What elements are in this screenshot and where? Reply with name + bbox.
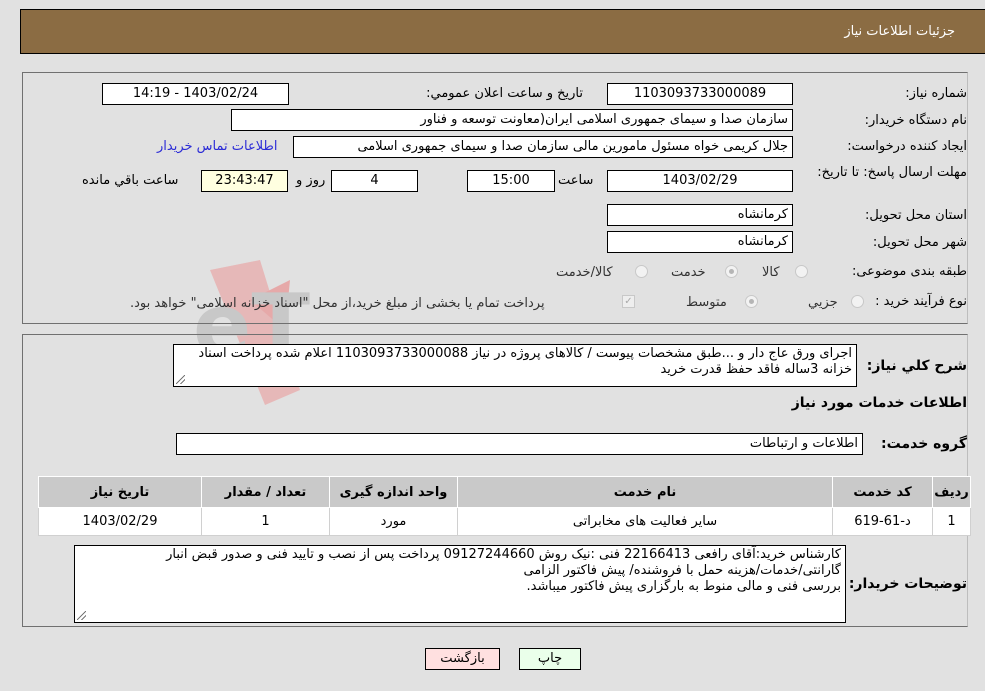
- deadline-label: مهلت ارسال پاسخ: تا تاریخ:: [817, 165, 967, 180]
- delivery-province-label: استان محل تحویل:: [865, 208, 967, 223]
- treasury-checkbox-label: پرداخت تمام یا بخشی از مبلغ خرید،از محل …: [130, 296, 545, 311]
- cell-service-name: سایر فعالیت های مخابراتی: [457, 507, 833, 536]
- print-button[interactable]: چاپ: [519, 648, 581, 670]
- summary-label: شرح کلي نیاز:: [866, 358, 967, 374]
- summary-textarea[interactable]: اجرای ورق عاج دار و ...طبق مشخصات پیوست …: [173, 344, 857, 387]
- deadline-date-field: 1403/02/29: [607, 170, 793, 192]
- resize-handle-icon[interactable]: [176, 375, 185, 384]
- category-goods-label: کالا: [762, 265, 780, 280]
- buyer-notes-label: توضیحات خریدار:: [848, 576, 967, 592]
- buyer-notes-line: کارشناس خرید:آقای رافعی 22166413 فنی :نی…: [166, 547, 841, 562]
- services-heading: اطلاعات خدمات مورد نیاز: [791, 395, 967, 411]
- services-table: ردیف کد خدمت نام خدمت واحد اندازه گیری ت…: [38, 476, 971, 536]
- category-service-label: خدمت: [671, 265, 706, 280]
- deadline-time-label: ساعت: [558, 173, 594, 188]
- delivery-city-field: کرمانشاه: [607, 231, 793, 253]
- buyer-org-field: سازمان صدا و سیمای جمهوری اسلامی ایران(م…: [231, 109, 793, 131]
- buyer-contact-link[interactable]: اطلاعات تماس خریدار: [157, 139, 277, 154]
- page-title: جزئیات اطلاعات نیاز: [844, 24, 955, 39]
- buyer-notes-textarea[interactable]: کارشناس خرید:آقای رافعی 22166413 فنی :نی…: [74, 545, 846, 623]
- purchase-type-radio-medium[interactable]: [745, 295, 758, 308]
- purchase-type-radio-minor[interactable]: [851, 295, 864, 308]
- deadline-time-field: 15:00: [467, 170, 555, 192]
- col-header-row-number: ردیف: [932, 476, 971, 508]
- purchase-type-minor-label: جزیي: [808, 295, 838, 310]
- col-header-service-name: نام خدمت: [457, 476, 833, 508]
- col-header-unit: واحد اندازه گیری: [329, 476, 458, 508]
- buyer-notes-line: گارانتی/خدمات/هزینه حمل با فروشنده/ پیش …: [523, 563, 841, 578]
- cell-service-code: د-61-619: [832, 507, 933, 536]
- category-radio-goods-service[interactable]: [635, 265, 648, 278]
- need-number-label: شماره نیاز:: [905, 86, 967, 101]
- cell-quantity: 1: [201, 507, 330, 536]
- category-label: طبقه بندی موضوعی:: [851, 264, 967, 279]
- category-goods-service-label: کالا/خدمت: [556, 265, 613, 280]
- category-radio-goods[interactable]: [795, 265, 808, 278]
- col-header-quantity: تعداد / مقدار: [201, 476, 330, 508]
- announce-datetime-field: 1403/02/24 - 14:19: [102, 83, 289, 105]
- buyer-notes-line: بررسی فنی و مالی منوط به بارگزاری پیش فا…: [526, 579, 841, 594]
- purchase-type-medium-label: متوسط: [686, 295, 727, 310]
- cell-need-date: 1403/02/29: [38, 507, 202, 536]
- col-header-service-code: کد خدمت: [832, 476, 933, 508]
- delivery-province-field: کرمانشاه: [607, 204, 793, 226]
- col-header-need-date: تاریخ نیاز: [38, 476, 202, 508]
- table-header-row: ردیف کد خدمت نام خدمت واحد اندازه گیری ت…: [38, 476, 971, 508]
- need-number-field: 1103093733000089: [607, 83, 793, 105]
- request-creator-label: ایجاد کننده درخواست:: [847, 139, 967, 154]
- table-row: 1 د-61-619 سایر فعالیت های مخابراتی مورد…: [38, 507, 971, 536]
- request-creator-field: جلال کریمی خواه مسئول مامورین مالی سازما…: [293, 136, 793, 158]
- service-group-field: اطلاعات و ارتباطات: [176, 433, 863, 455]
- cell-unit: مورد: [329, 507, 458, 536]
- announce-datetime-label: تاریخ و ساعت اعلان عمومي:: [426, 86, 583, 101]
- service-group-label: گروه خدمت:: [881, 436, 967, 452]
- page-header: جزئیات اطلاعات نیاز: [20, 9, 985, 54]
- remaining-time-field: 23:43:47: [201, 170, 288, 192]
- buyer-org-label: نام دستگاه خریدار:: [864, 113, 967, 128]
- purchase-type-label: نوع فرآیند خرید :: [875, 294, 967, 309]
- back-button[interactable]: بازگشت: [425, 648, 500, 670]
- delivery-city-label: شهر محل تحویل:: [872, 235, 967, 250]
- cell-row-number: 1: [932, 507, 971, 536]
- resize-handle-icon[interactable]: [77, 611, 86, 620]
- days-label: روز و: [296, 173, 326, 188]
- summary-text: اجرای ورق عاج دار و ...طبق مشخصات پیوست …: [198, 346, 852, 377]
- remaining-time-label: ساعت باقي مانده: [82, 173, 179, 188]
- treasury-checkbox[interactable]: ✓: [622, 295, 635, 308]
- category-radio-service[interactable]: [725, 265, 738, 278]
- days-remaining-field: 4: [331, 170, 418, 192]
